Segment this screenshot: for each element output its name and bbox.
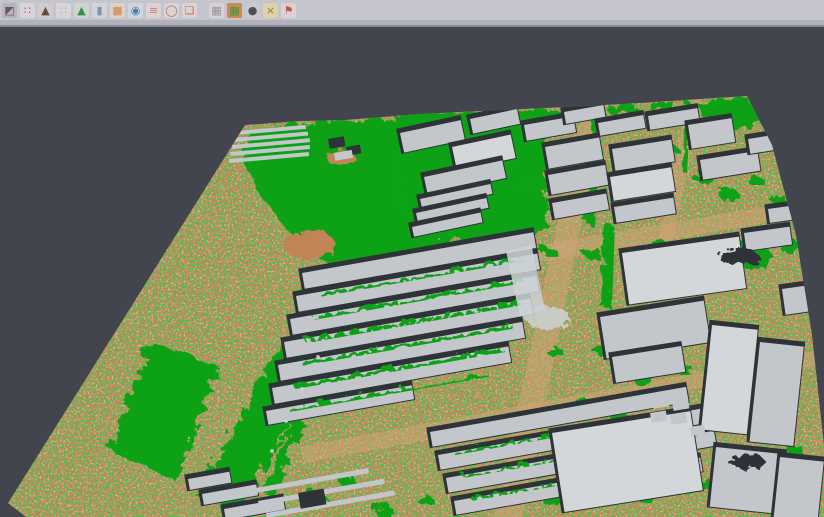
building (778, 279, 824, 317)
toolbar-icon-panel[interactable]: ▮ (92, 3, 107, 18)
vegetation-patch (523, 303, 567, 327)
vegetation-patch (716, 186, 736, 198)
toolbar-icon-terrain[interactable]: ▲ (38, 3, 53, 18)
vegetation-patch (538, 244, 554, 254)
terrain-scene (0, 27, 824, 517)
vegetation-patch-dark (726, 451, 762, 467)
toolbar-icon-globe[interactable]: ◉ (128, 3, 143, 18)
toolbar-icon-sparse-points[interactable]: ∷ (56, 3, 71, 18)
vegetation-patch (270, 449, 274, 453)
toolbar-icon-circle-select[interactable]: ◯ (164, 3, 179, 18)
toolbar: ◩∷▲∷▲▮■◉≡◯❏▦▦●×⚑ (0, 0, 824, 20)
toolbar-icon-classified-map[interactable]: ▦ (227, 3, 242, 18)
application-window: ◩∷▲∷▲▮■◉≡◯❏▦▦●×⚑ (0, 0, 824, 517)
toolbar-icon-flag[interactable]: ⚑ (281, 3, 296, 18)
building (770, 452, 824, 517)
vegetation-patch (414, 492, 430, 502)
toolbar-icon-rect-select[interactable]: ❏ (182, 3, 197, 18)
vegetation-patch (604, 102, 636, 112)
vegetation-patch (284, 419, 288, 423)
vegetation-patch (768, 192, 784, 202)
vegetation-patch (316, 355, 320, 359)
toolbar-icon-camera[interactable]: ● (245, 3, 260, 18)
toolbar-icon-point-cloud[interactable]: ∷ (20, 3, 35, 18)
vegetation-patch (372, 503, 392, 515)
toolbar-icon-terrain-green[interactable]: ▲ (74, 3, 89, 18)
vegetation-patch (581, 245, 599, 257)
vegetation-patch (517, 182, 533, 192)
toolbar-icon-layers[interactable]: ◩ (2, 3, 17, 18)
toolbar-icon-ortho-square[interactable]: ■ (110, 3, 125, 18)
vegetation-patch-dark (716, 245, 756, 263)
toolbar-icon-delete-cross[interactable]: × (263, 3, 278, 18)
3d-viewport[interactable] (0, 27, 824, 517)
vegetation-patch (544, 344, 560, 354)
vegetation-patch (280, 227, 332, 255)
toolbar-icon-grid[interactable]: ▦ (209, 3, 224, 18)
terrain-mesh (0, 87, 824, 517)
toolbar-icon-profile-lines[interactable]: ≡ (146, 3, 161, 18)
vegetation-patch (300, 387, 304, 391)
